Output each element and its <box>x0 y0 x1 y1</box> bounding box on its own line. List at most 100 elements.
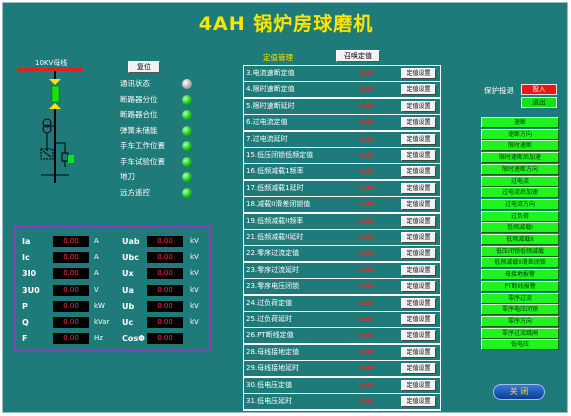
recall-settings-button[interactable]: 召唤定值 <box>336 50 380 62</box>
setting-name: 21.低频减载II延时 <box>246 233 304 241</box>
status-led-icon <box>182 187 192 198</box>
measure-unit: kW <box>94 301 105 310</box>
protection-indicator[interactable]: 过电流方向 <box>481 198 559 210</box>
setting-row: 23.零序过流延时 0.00 定值设置 <box>244 262 440 278</box>
measure-value: 0.00 <box>147 300 183 312</box>
setting-name: 4.限时速断定值 <box>246 85 295 94</box>
setting-name: 5.限时速断延时 <box>246 101 295 110</box>
measure-value: 0.00 <box>53 300 89 312</box>
setting-set-button[interactable]: 定值设置 <box>401 215 436 227</box>
setting-row: 21.低频减载II延时 0.00 定值设置 <box>244 230 440 245</box>
status-led-icon <box>182 125 192 136</box>
status-label: 远方遥控 <box>120 187 150 197</box>
protection-indicator[interactable]: 过电流 <box>481 175 559 187</box>
protection-indicator[interactable]: 低频减载II <box>481 234 559 245</box>
setting-set-button[interactable]: 定值设置 <box>401 297 436 309</box>
protection-indicator[interactable]: 零序方向 <box>481 315 559 327</box>
protection-indicator[interactable]: 过电流后加速 <box>481 187 559 199</box>
measure-label: 3I0 <box>22 269 37 279</box>
protection-indicator[interactable]: 限时速断后加速 <box>481 152 559 164</box>
protection-indicator[interactable]: 速断 <box>481 117 559 128</box>
protection-indicator[interactable]: 低压闭锁低频减载 <box>481 245 559 257</box>
measure-unit: kV <box>190 318 199 326</box>
measure-label: P <box>22 301 28 311</box>
protection-indicator[interactable]: 零序电压闭锁 <box>481 304 559 316</box>
protection-indicator[interactable]: 过负荷 <box>481 210 559 222</box>
setting-set-button[interactable]: 定值设置 <box>401 396 436 407</box>
status-label: 手车工作位置 <box>120 141 165 150</box>
status-label: 通讯状态 <box>120 79 150 88</box>
setting-value: 0.00 <box>359 183 374 192</box>
setting-value: 0.00 <box>359 331 374 340</box>
setting-set-button[interactable]: 定值设置 <box>401 330 436 342</box>
setting-set-button[interactable]: 定值设置 <box>401 248 436 260</box>
setting-set-button[interactable]: 定值设置 <box>401 100 436 112</box>
reset-button[interactable]: 复位 <box>128 61 160 73</box>
setting-set-button[interactable]: 定值设置 <box>401 199 436 211</box>
protection-indicator[interactable]: 零序过流跳闸 <box>481 327 559 339</box>
setting-set-button[interactable]: 定值设置 <box>401 150 436 161</box>
status-led-icon <box>182 172 192 182</box>
setting-set-button[interactable]: 定值设置 <box>401 117 436 129</box>
protection-indicator[interactable]: 速断方向 <box>481 128 559 140</box>
setting-row: 18.减载II滑差闭锁值 0.00 定值设置 <box>244 197 440 213</box>
setting-row: 15.低压闭锁低频定值 0.00 定值设置 <box>244 148 440 163</box>
setting-set-button[interactable]: 定值设置 <box>401 363 436 375</box>
setting-row: 5.限时速断延时 0.00 定值设置 <box>244 98 440 114</box>
setting-name: 25.过负荷延时 <box>246 315 293 323</box>
protection-indicator[interactable]: 限时速断方向 <box>481 163 559 175</box>
measure-label: Ubc <box>122 253 139 263</box>
setting-value: 0.00 <box>359 233 374 241</box>
protection-indicator[interactable]: 低电压 <box>481 339 559 351</box>
setting-value: 0.00 <box>359 69 374 77</box>
setting-name: 18.减载II滑差闭锁值 <box>246 200 311 209</box>
setting-set-button[interactable]: 定值设置 <box>401 133 436 145</box>
status-led-icon <box>182 141 192 151</box>
protection-disable-button[interactable]: 退出 <box>521 97 557 108</box>
setting-set-button[interactable]: 定值设置 <box>401 166 436 178</box>
setting-row: 17.低频减载1延时 0.00 定值设置 <box>244 180 440 196</box>
setting-set-button[interactable]: 定值设置 <box>401 182 436 194</box>
setting-name: 15.低压闭锁低频定值 <box>246 151 314 159</box>
protection-indicator[interactable]: 限时速断 <box>481 140 559 152</box>
measure-value: 0.00 <box>53 252 89 264</box>
setting-set-button[interactable]: 定值设置 <box>401 68 436 79</box>
protection-enable-button[interactable]: 投入 <box>521 84 557 95</box>
setting-set-button[interactable]: 定值设置 <box>401 84 436 96</box>
page-title: 4AH 锅炉房球磨机 <box>198 13 374 35</box>
measure-value: 0.00 <box>53 317 89 328</box>
setting-value: 0.00 <box>359 298 374 307</box>
measure-label: Ux <box>122 269 134 279</box>
protection-indicator[interactable]: PT断线报警 <box>481 280 559 292</box>
protection-indicator[interactable]: 低频减载II滑差闭锁 <box>481 257 559 269</box>
setting-value: 0.00 <box>359 397 374 405</box>
setting-set-button[interactable]: 定值设置 <box>401 379 436 391</box>
setting-set-button[interactable]: 定值设置 <box>401 232 436 243</box>
setting-row: 23.零序电压闭锁 0.00 定值设置 <box>244 279 440 295</box>
close-button[interactable]: 关 闭 <box>493 384 545 400</box>
protection-indicator[interactable]: 低频减载I <box>481 222 559 234</box>
setting-set-button[interactable]: 定值设置 <box>401 264 436 276</box>
setting-row: 3.电流速断定值 0.00 定值设置 <box>244 66 440 81</box>
measure-value: 0.00 <box>147 252 183 264</box>
setting-set-button[interactable]: 定值设置 <box>401 314 436 325</box>
protection-indicator[interactable]: 零序过流 <box>481 292 559 304</box>
measurement-panel: Ia 0.00 A Ic 0.00 A 3I0 0.00 A 3U0 0.00 V P 0.00 kW Q 0.… <box>14 226 211 352</box>
measure-label: Uab <box>122 237 140 246</box>
status-label: 断路器合位 <box>120 110 158 119</box>
measure-unit: V <box>94 285 99 294</box>
setting-set-button[interactable]: 定值设置 <box>401 281 436 293</box>
setting-row: 28.母线接地定值 0.00 定值设置 <box>244 344 440 360</box>
breaker-icon <box>51 85 60 103</box>
setting-name: 29.母线接地延时 <box>246 364 300 373</box>
measure-label: Ub <box>122 301 135 311</box>
setting-value: 0.00 <box>359 380 374 389</box>
setting-value: 0.00 <box>359 364 374 373</box>
status-led-icon <box>182 156 192 167</box>
protection-indicator[interactable]: 母接地报警 <box>481 269 559 281</box>
setting-value: 0.00 <box>359 282 374 291</box>
setting-row: 25.过负荷延时 0.00 定值设置 <box>244 312 440 327</box>
setting-set-button[interactable]: 定值设置 <box>401 346 436 358</box>
setting-row: 29.母线接地延时 0.00 定值设置 <box>244 361 440 377</box>
measure-value: 0.00 <box>53 284 89 296</box>
